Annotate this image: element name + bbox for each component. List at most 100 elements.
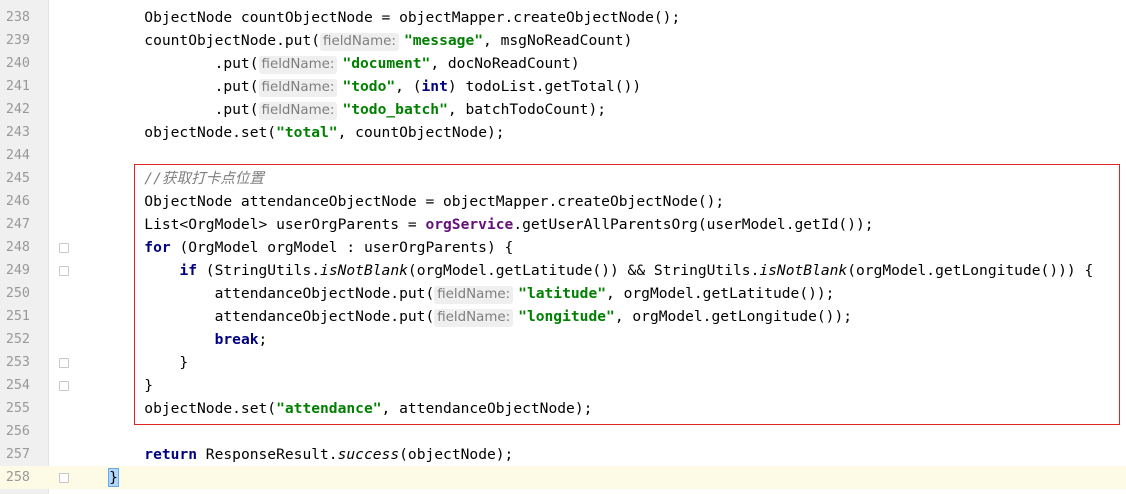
line-number: 250 [5, 286, 30, 301]
code-token: , orgModel.getLongitude()); [614, 308, 853, 325]
code-token: orgService [425, 216, 514, 233]
code-text: List<OrgModel> userOrgParents = orgServi… [74, 213, 874, 236]
code-token: "message" [403, 32, 484, 49]
code-text: objectNode.set("total", countObjectNode)… [74, 121, 505, 144]
code-line[interactable]: 257 return ResponseResult.success(object… [0, 443, 1126, 466]
code-line[interactable]: 247 List<OrgModel> userOrgParents = orgS… [0, 213, 1126, 236]
code-text: ObjectNode attendanceObjectNode = object… [74, 190, 724, 213]
code-line[interactable]: 239 countObjectNode.put(fieldName: "messa… [0, 29, 1126, 52]
code-line[interactable]: 250 attendanceObjectNode.put(fieldName: "… [0, 282, 1126, 305]
code-token: countObjectNode.put( [74, 32, 321, 49]
code-text: } [74, 351, 188, 374]
code-text: for (OrgModel orgModel : userOrgParents)… [74, 236, 513, 259]
code-token: , ( [395, 78, 422, 95]
code-token: isNotBlank [759, 262, 848, 279]
code-text: objectNode.set("attendance", attendanceO… [74, 397, 592, 420]
code-text: } [74, 466, 119, 489]
code-token: , docNoReadCount) [430, 55, 580, 72]
code-token: "todo" [342, 78, 396, 95]
code-token: for [144, 239, 171, 256]
code-token: "todo_batch" [342, 101, 448, 118]
code-comment: //获取打卡点位置 [144, 170, 265, 187]
code-line[interactable]: 241 .put(fieldName: "todo", (int) todoLis… [0, 75, 1126, 98]
line-number: 246 [5, 194, 30, 209]
code-line[interactable]: 244 [0, 144, 1126, 167]
code-token: objectNode.set( [74, 124, 277, 141]
code-line[interactable]: 249 if (StringUtils.isNotBlank(orgModel.… [0, 259, 1126, 282]
code-token: } [74, 354, 189, 371]
code-token: .put( [74, 78, 259, 95]
code-line[interactable]: 242 .put(fieldName: "todo_batch", batchTo… [0, 98, 1126, 121]
code-line[interactable]: 243 objectNode.set("total", countObjectN… [0, 121, 1126, 144]
line-number: 240 [5, 56, 30, 71]
code-text: attendanceObjectNode.put(fieldName: "lati… [74, 282, 834, 305]
code-line[interactable]: 251 attendanceObjectNode.put(fieldName: "… [0, 305, 1126, 328]
code-token: .put( [74, 101, 259, 118]
code-token: (OrgModel orgModel : userOrgParents) { [170, 239, 514, 256]
code-token: , countObjectNode); [337, 124, 505, 141]
code-text: return ResponseResult.success(objectNode… [74, 443, 513, 466]
code-line[interactable]: 248 for (OrgModel orgModel : userOrgPare… [0, 236, 1126, 259]
code-token: (objectNode); [399, 446, 514, 463]
code-token: "latitude" [518, 285, 607, 302]
code-token: , attendanceObjectNode); [381, 400, 593, 417]
line-number: 251 [5, 309, 30, 324]
code-token: "attendance" [276, 400, 382, 417]
line-number: 241 [5, 79, 30, 94]
code-line[interactable]: 254 } [0, 374, 1126, 397]
code-token: , orgModel.getLatitude()); [606, 285, 835, 302]
code-token: , batchTodoCount); [447, 101, 607, 118]
code-token: , msgNoReadCount) [483, 32, 633, 49]
code-token: attendanceObjectNode.put( [74, 308, 435, 325]
parameter-hint: fieldName: [258, 56, 338, 74]
code-text: countObjectNode.put(fieldName: "message",… [74, 29, 632, 52]
parameter-hint: fieldName: [320, 33, 399, 51]
code-token: .put( [74, 55, 259, 72]
code-token: isNotBlank [320, 262, 408, 279]
code-token: (orgModel.getLongitude())) { [847, 262, 1094, 279]
code-token: attendanceObjectNode.put( [74, 285, 435, 302]
fold-marker-icon[interactable] [59, 381, 69, 391]
code-line[interactable]: 252 break; [0, 328, 1126, 351]
fold-marker-icon[interactable] [59, 473, 69, 483]
fold-marker-icon[interactable] [59, 358, 69, 368]
code-line[interactable]: 258 } [0, 466, 1126, 489]
code-editor[interactable]: 238 ObjectNode countObjectNode = objectM… [0, 6, 1126, 489]
line-number: 252 [5, 332, 30, 347]
code-token: success [337, 446, 400, 463]
code-text: break; [74, 328, 268, 351]
code-token: break [214, 331, 259, 348]
code-line[interactable]: 240 .put(fieldName: "document", docNoRead… [0, 52, 1126, 75]
line-number: 238 [5, 10, 30, 25]
code-line[interactable]: 253 } [0, 351, 1126, 374]
line-number: 254 [5, 378, 30, 393]
line-number: 256 [5, 424, 30, 439]
fold-marker-icon[interactable] [59, 243, 69, 253]
code-token: (StringUtils. [197, 262, 321, 279]
line-number: 247 [5, 217, 30, 232]
code-token: ObjectNode countObjectNode = objectMappe… [74, 9, 681, 26]
parameter-hint: fieldName: [434, 286, 514, 304]
code-token: ) todoList.getTotal()) [447, 78, 642, 95]
code-text: ObjectNode countObjectNode = objectMappe… [74, 6, 680, 29]
code-token: } [108, 468, 119, 487]
code-text: attendanceObjectNode.put(fieldName: "long… [74, 305, 852, 328]
code-line[interactable]: 238 ObjectNode countObjectNode = objectM… [0, 6, 1126, 29]
code-line[interactable]: 245 //获取打卡点位置 [0, 167, 1126, 190]
line-number: 249 [5, 263, 30, 278]
code-token: .getUserAllParentsOrg(userModel.getId())… [513, 216, 874, 233]
code-line[interactable]: 256 [0, 420, 1126, 443]
line-number: 243 [5, 125, 30, 140]
line-number: 245 [5, 171, 30, 186]
fold-marker-icon[interactable] [59, 266, 69, 276]
code-token: int [421, 78, 448, 95]
code-text: //获取打卡点位置 [74, 167, 264, 190]
code-line[interactable]: 246 ObjectNode attendanceObjectNode = ob… [0, 190, 1126, 213]
code-line[interactable]: 255 objectNode.set("attendance", attenda… [0, 397, 1126, 420]
parameter-hint: fieldName: [434, 309, 514, 327]
line-number: 258 [5, 470, 30, 485]
code-text: .put(fieldName: "document", docNoReadCoun… [74, 52, 580, 75]
